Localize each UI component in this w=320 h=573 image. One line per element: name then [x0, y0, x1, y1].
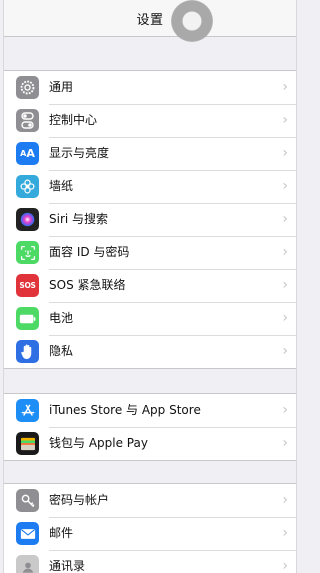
settings-row-label: 通用	[49, 80, 74, 94]
sos-icon: SOS	[16, 274, 39, 297]
settings-row-display[interactable]: AA 显示与亮度 ›	[4, 137, 296, 170]
sos-icon-text: SOS	[19, 281, 36, 290]
settings-row-label: 面容 ID 与密码	[49, 245, 130, 259]
settings-row-control-center[interactable]: 控制中心 ›	[4, 104, 296, 137]
chevron-right-icon: ›	[282, 343, 288, 359]
chevron-right-icon: ›	[282, 211, 288, 227]
settings-row-itunes-app-store[interactable]: iTunes Store 与 App Store ›	[4, 394, 296, 427]
settings-row-passwords-accounts[interactable]: 密码与帐户 ›	[4, 484, 296, 517]
chevron-right-icon: ›	[282, 112, 288, 128]
settings-row-label: 墙纸	[49, 179, 74, 193]
chevron-right-icon: ›	[282, 310, 288, 326]
settings-row-label: 邮件	[49, 526, 74, 540]
chevron-right-icon: ›	[282, 492, 288, 508]
siri-icon	[16, 208, 39, 231]
settings-row-label: 显示与亮度	[49, 146, 110, 160]
chevron-right-icon: ›	[282, 244, 288, 260]
settings-row-face-id[interactable]: 面容 ID 与密码 ›	[4, 236, 296, 269]
contacts-icon	[16, 555, 39, 573]
touch-indicator	[171, 0, 213, 42]
page-title: 设置	[136, 12, 164, 28]
settings-row-battery[interactable]: 电池 ›	[4, 302, 296, 335]
settings-row-label: 通讯录	[49, 559, 86, 573]
settings-group-accounts: 密码与帐户 › 邮件 › 通讯录 ›	[4, 483, 296, 573]
settings-row-emergency-sos[interactable]: SOS SOS 紧急联络 ›	[4, 269, 296, 302]
chevron-right-icon: ›	[282, 525, 288, 541]
key-icon	[16, 489, 39, 512]
settings-screen: 设置 通用 › 控制中心 › AA 显示与亮度 › 墙纸 › Siri 与搜索 …	[3, 0, 297, 573]
settings-row-wallpaper[interactable]: 墙纸 ›	[4, 170, 296, 203]
wallet-icon	[16, 432, 39, 455]
app-store-icon	[16, 399, 39, 422]
text-size-icon: AA	[16, 142, 39, 165]
face-id-icon	[16, 241, 39, 264]
settings-row-label: 控制中心	[49, 113, 98, 127]
settings-row-contacts[interactable]: 通讯录 ›	[4, 550, 296, 573]
settings-row-label: SOS 紧急联络	[49, 278, 126, 292]
settings-row-label: 密码与帐户	[49, 493, 110, 507]
settings-row-label: iTunes Store 与 App Store	[49, 403, 201, 417]
settings-row-label: 隐私	[49, 344, 74, 358]
navigation-bar: 设置	[4, 0, 296, 37]
settings-row-siri[interactable]: Siri 与搜索 ›	[4, 203, 296, 236]
mail-icon	[16, 522, 39, 545]
settings-group-general: 通用 › 控制中心 › AA 显示与亮度 › 墙纸 › Siri 与搜索 › 面…	[4, 70, 296, 369]
toggles-icon	[16, 109, 39, 132]
battery-icon	[16, 307, 39, 330]
chevron-right-icon: ›	[282, 277, 288, 293]
chevron-right-icon: ›	[282, 558, 288, 573]
settings-row-label: 钱包与 Apple Pay	[49, 436, 148, 450]
settings-row-wallet[interactable]: 钱包与 Apple Pay ›	[4, 427, 296, 460]
settings-row-privacy[interactable]: 隐私 ›	[4, 335, 296, 368]
chevron-right-icon: ›	[282, 178, 288, 194]
chevron-right-icon: ›	[282, 402, 288, 418]
hand-icon	[16, 340, 39, 363]
chevron-right-icon: ›	[282, 145, 288, 161]
settings-row-general[interactable]: 通用 ›	[4, 71, 296, 104]
flower-icon	[16, 175, 39, 198]
chevron-right-icon: ›	[282, 435, 288, 451]
chevron-right-icon: ›	[282, 79, 288, 95]
settings-row-label: 电池	[49, 311, 74, 325]
settings-group-store: iTunes Store 与 App Store › 钱包与 Apple Pay…	[4, 393, 296, 461]
gear-icon	[16, 76, 39, 99]
settings-row-label: Siri 与搜索	[49, 212, 109, 226]
settings-row-mail[interactable]: 邮件 ›	[4, 517, 296, 550]
